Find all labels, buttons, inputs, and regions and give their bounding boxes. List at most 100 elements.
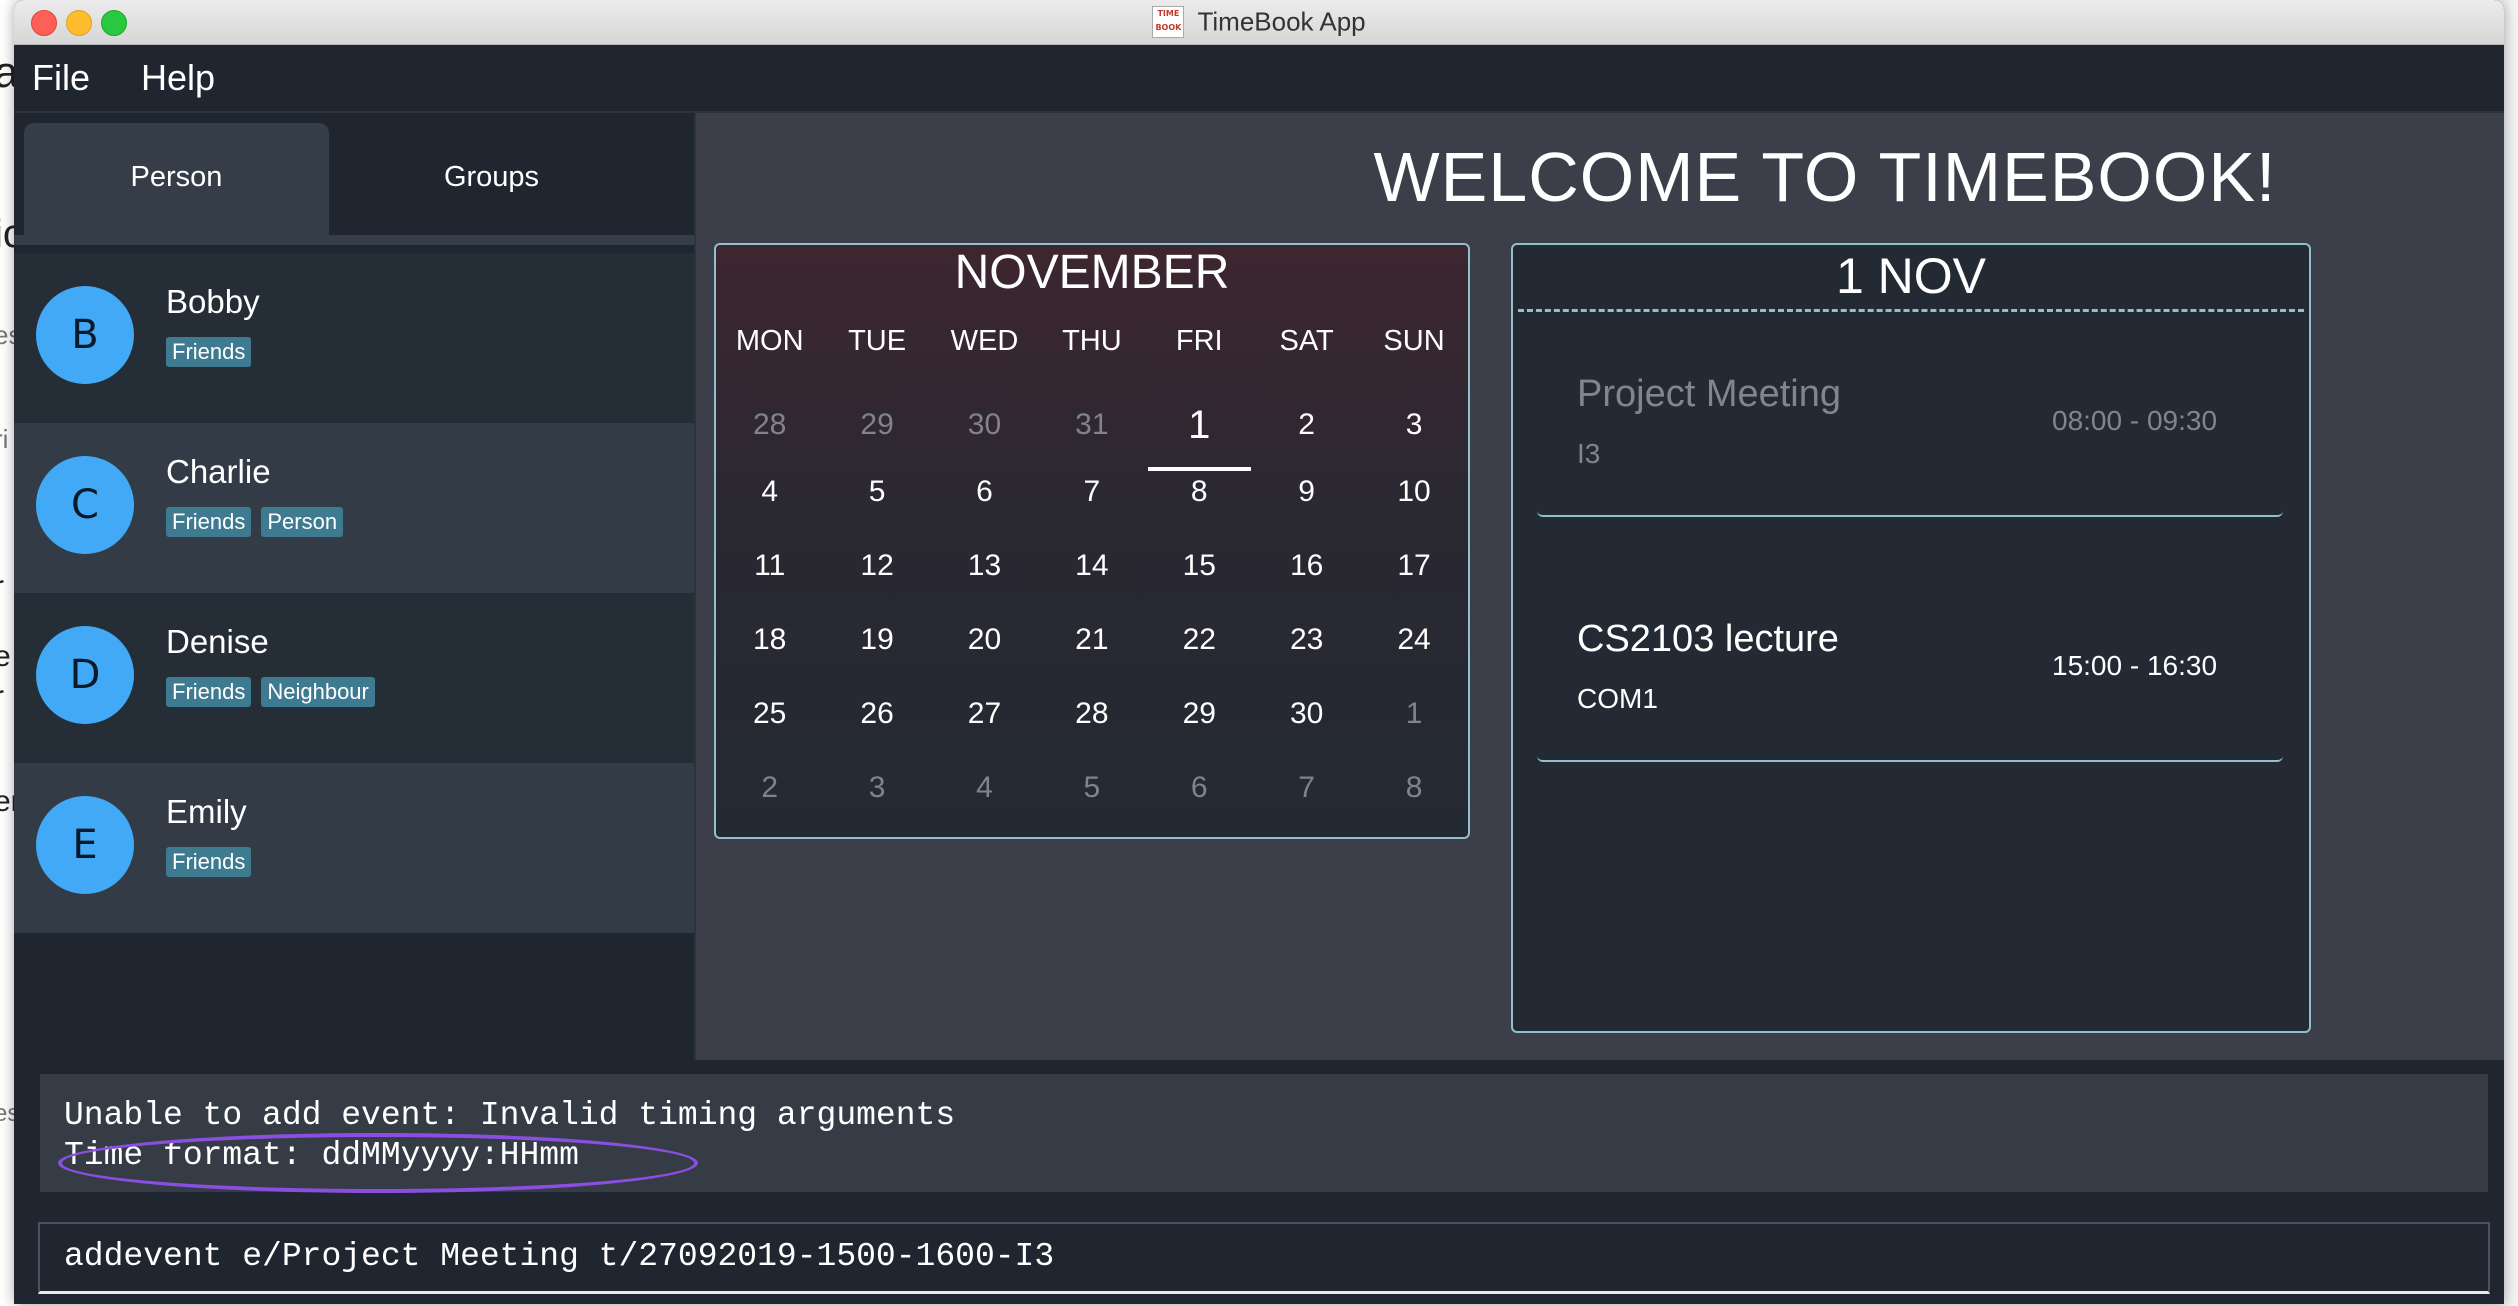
calendar-day[interactable]: 18	[716, 603, 823, 677]
calendar: NOVEMBER MON TUE WED THU FRI SAT SUN 28 29 30 31 1…	[714, 243, 1470, 839]
day-view-panel: 1 NOV Project Meeting I3 08:00 - 09:30 CS21…	[1511, 243, 2311, 1033]
calendar-day[interactable]: 21	[1038, 603, 1145, 677]
calendar-day[interactable]: 3	[823, 751, 930, 825]
background-text: e	[0, 640, 11, 673]
calendar-day[interactable]: 10	[1360, 455, 1467, 529]
app-window: TIME BOOK TimeBook App File Help Person …	[14, 0, 2504, 1304]
calendar-day[interactable]: 17	[1360, 529, 1467, 603]
calendar-day[interactable]: 4	[931, 751, 1038, 825]
person-card[interactable]: B Bobby Friends	[14, 253, 694, 423]
event-name: Project Meeting	[1577, 373, 1842, 415]
calendar-day[interactable]: 14	[1038, 529, 1145, 603]
tag-badge: Friends	[166, 507, 252, 537]
result-message-line: Unable to add event: Invalid timing argu…	[64, 1097, 956, 1134]
weekday-label: FRI	[1175, 325, 1223, 357]
result-display: Unable to add event: Invalid timing argu…	[40, 1074, 2488, 1193]
tag-list: Friends Neighbour	[166, 677, 385, 707]
calendar-day[interactable]: 19	[823, 603, 930, 677]
calendar-day[interactable]: 8	[1360, 751, 1467, 825]
calendar-day[interactable]: 28	[1038, 677, 1145, 751]
calendar-day[interactable]: 27	[931, 677, 1038, 751]
calendar-day[interactable]: 1	[1360, 677, 1467, 751]
tag-badge: Friends	[166, 847, 252, 877]
result-display-area: Unable to add event: Invalid timing argu…	[14, 1060, 2504, 1210]
calendar-day[interactable]: 30	[1253, 677, 1360, 751]
result-format-hint: Time format: ddMMyyyy:HHmm	[64, 1137, 579, 1174]
weekday-label: MON	[735, 325, 804, 357]
event-card[interactable]: CS2103 lecture COM1 15:00 - 16:30	[1537, 570, 2283, 762]
calendar-day[interactable]: 2	[1253, 381, 1360, 461]
background-text: r	[0, 680, 4, 714]
tag-badge: Neighbour	[261, 677, 375, 707]
calendar-day[interactable]: 22	[1146, 603, 1253, 677]
event-location: COM1	[1577, 683, 1658, 714]
menu-help[interactable]: Help	[141, 57, 215, 99]
weekday-label: TUE	[848, 325, 907, 357]
tag-list: Friends	[166, 847, 261, 877]
calendar-month: NOVEMBER	[954, 246, 1230, 299]
background-text: r	[0, 570, 4, 604]
avatar: C	[36, 456, 134, 554]
calendar-weekday-header: MON TUE WED THU FRI SAT SUN	[716, 325, 1468, 381]
calendar-day[interactable]: 7	[1038, 455, 1145, 529]
avatar: E	[36, 796, 134, 894]
calendar-day[interactable]: 29	[823, 381, 930, 461]
calendar-day[interactable]: 13	[931, 529, 1038, 603]
weekday-label: SUN	[1383, 325, 1445, 357]
tag-list: Friends	[166, 337, 261, 367]
calendar-day[interactable]: 23	[1253, 603, 1360, 677]
event-name: CS2103 lecture	[1577, 618, 1839, 660]
calendar-day[interactable]: 5	[1038, 751, 1145, 825]
calendar-day[interactable]: 28	[716, 381, 823, 461]
weekday-label: SAT	[1279, 325, 1334, 357]
calendar-day[interactable]: 16	[1253, 529, 1360, 603]
weekday-label: WED	[950, 325, 1019, 357]
calendar-day[interactable]: 24	[1360, 603, 1467, 677]
calendar-day[interactable]: 7	[1253, 751, 1360, 825]
tag-badge: Friends	[166, 337, 252, 367]
welcome-heading: WELCOME TO TIMEBOOK!	[1373, 138, 2277, 216]
title-bar[interactable]: TIME BOOK TimeBook App	[14, 0, 2504, 45]
background-text: ri	[0, 424, 9, 454]
calendar-day[interactable]: 8	[1146, 455, 1253, 529]
calendar-week-row: 2345678	[716, 751, 1468, 825]
calendar-day[interactable]: 25	[716, 677, 823, 751]
calendar-day[interactable]: 12	[823, 529, 930, 603]
event-time: 15:00 - 16:30	[2052, 650, 2218, 681]
avatar: B	[36, 286, 134, 384]
calendar-day-today[interactable]: 1	[1146, 381, 1253, 471]
person-card[interactable]: C Charlie Friends Person	[14, 423, 694, 593]
menu-bar: File Help	[14, 45, 2504, 113]
calendar-day[interactable]: 15	[1146, 529, 1253, 603]
person-card[interactable]: E Emily Friends	[14, 763, 694, 933]
calendar-day[interactable]: 2	[716, 751, 823, 825]
calendar-days: 28 29 30 31 1 2 3 4 5 6 7 8 9 10 11 12 13 14 15 16 17 18 19 20 2…	[716, 381, 1468, 825]
calendar-day[interactable]: 26	[823, 677, 930, 751]
app-logo-icon: TIME BOOK	[1152, 6, 1185, 38]
calendar-day[interactable]: 4	[716, 455, 823, 529]
calendar-week-row: 4 5 6 7 8 9 10	[716, 455, 1468, 529]
person-card[interactable]: D Denise Friends Neighbour	[14, 593, 694, 763]
calendar-day[interactable]: 9	[1253, 455, 1360, 529]
calendar-day[interactable]: 30	[931, 381, 1038, 461]
tab-groups[interactable]: Groups	[339, 123, 644, 235]
calendar-week-row: 25 26 27 28 29 30 1	[716, 677, 1468, 751]
calendar-day[interactable]: 11	[716, 529, 823, 603]
calendar-day[interactable]: 29	[1146, 677, 1253, 751]
calendar-day[interactable]: 3	[1360, 381, 1467, 461]
calendar-week-row: 11 12 13 14 15 16 17	[716, 529, 1468, 603]
tag-list: Friends Person	[166, 507, 353, 537]
event-card[interactable]: Project Meeting I3 08:00 - 09:30	[1537, 325, 2283, 517]
calendar-day[interactable]: 6	[1146, 751, 1253, 825]
calendar-grid: MON TUE WED THU FRI SAT SUN 28 29 30 31 1 2 3 4 5 6 7 8 9 1…	[716, 325, 1468, 825]
command-input[interactable]: addevent e/Project Meeting t/27092019-15…	[38, 1222, 2490, 1294]
calendar-day[interactable]: 31	[1038, 381, 1145, 461]
window-title: TimeBook App	[1197, 6, 1366, 37]
tag-badge: Friends	[166, 677, 252, 707]
calendar-day[interactable]: 5	[823, 455, 930, 529]
menu-file[interactable]: File	[32, 57, 90, 99]
calendar-week-row: 28 29 30 31 1 2 3	[716, 381, 1468, 471]
calendar-day[interactable]: 20	[931, 603, 1038, 677]
tab-person[interactable]: Person	[24, 123, 329, 235]
calendar-day[interactable]: 6	[931, 455, 1038, 529]
